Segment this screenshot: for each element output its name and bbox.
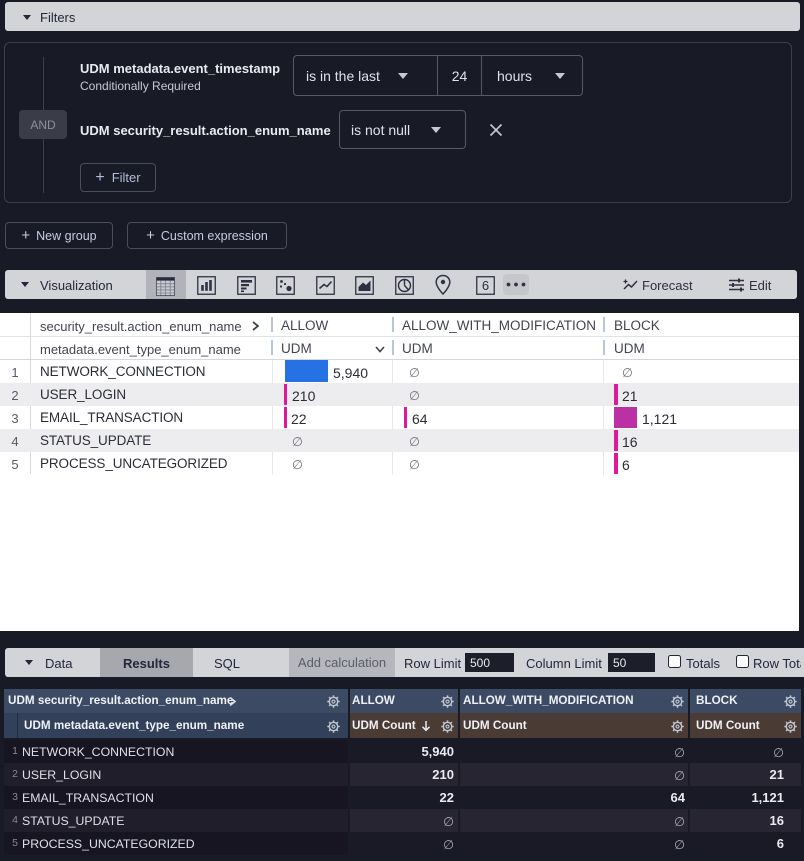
svg-text:6: 6 [481,278,488,293]
